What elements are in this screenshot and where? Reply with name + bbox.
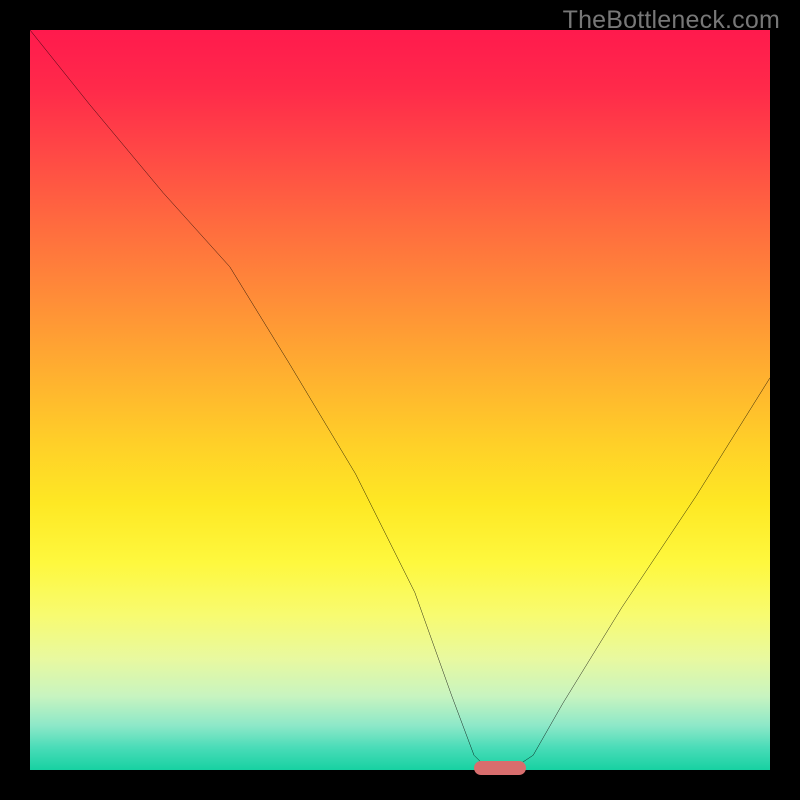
watermark-text: TheBottleneck.com [563,6,780,35]
chart-frame: TheBottleneck.com [0,0,800,800]
plot-area [30,30,770,770]
bottleneck-curve [30,30,770,770]
optimal-range-marker [474,761,526,775]
